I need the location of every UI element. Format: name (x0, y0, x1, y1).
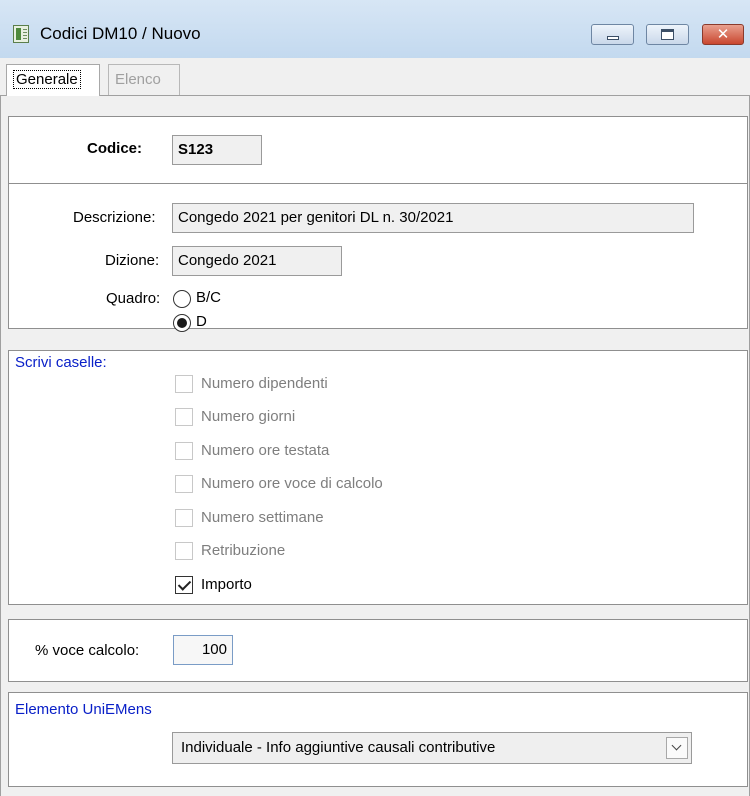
dati-panel: Descrizione: Congedo 2021 per genitori D… (8, 183, 748, 332)
checkbox-importo-label: Importo (201, 576, 252, 593)
minimize-button[interactable] (591, 24, 634, 45)
quadro-d-label: D (196, 313, 207, 330)
checkbox-numero-ore-voce[interactable] (175, 475, 193, 493)
title-bar: Codici DM10 / Nuovo ✕ (0, 0, 750, 58)
app-icon (13, 25, 29, 43)
scrivi-caselle-group: Scrivi caselle: Numero dipendenti Numero… (8, 350, 748, 605)
dizione-field[interactable]: Congedo 2021 (172, 246, 342, 276)
voce-calcolo-field[interactable]: 100 (173, 635, 233, 665)
checkbox-numero-dipendenti[interactable] (175, 375, 193, 393)
checkbox-numero-ore-voce-label: Numero ore voce di calcolo (201, 475, 383, 492)
codice-field[interactable]: S123 (172, 135, 262, 165)
tab-strip: Generale Elenco (0, 58, 750, 97)
quadro-label: Quadro: (106, 290, 161, 307)
tab-generale[interactable]: Generale (6, 64, 100, 97)
maximize-icon (661, 29, 674, 40)
descrizione-field[interactable]: Congedo 2021 per genitori DL n. 30/2021 (172, 203, 694, 233)
minimize-icon (607, 36, 619, 40)
checkbox-importo[interactable] (175, 576, 193, 594)
chevron-down-icon[interactable] (666, 737, 688, 759)
checkbox-numero-settimane[interactable] (175, 509, 193, 527)
checkbox-numero-ore-testata[interactable] (175, 442, 193, 460)
codice-panel: Codice: S123 (8, 116, 748, 191)
checkbox-numero-giorni[interactable] (175, 408, 193, 426)
quadro-d-radio[interactable] (173, 314, 191, 332)
tab-elenco[interactable]: Elenco (108, 64, 180, 95)
tab-generale-label: Generale (13, 70, 81, 89)
scrivi-caselle-title: Scrivi caselle: (15, 354, 107, 371)
close-icon: ✕ (716, 26, 730, 43)
checkbox-numero-settimane-label: Numero settimane (201, 509, 324, 526)
codice-label: Codice: (87, 140, 143, 157)
voce-calcolo-panel: % voce calcolo: 100 (8, 619, 748, 682)
checkbox-numero-giorni-label: Numero giorni (201, 408, 296, 425)
checkbox-retribuzione[interactable] (175, 542, 193, 560)
uniemens-title: Elemento UniEMens (15, 701, 152, 718)
checkbox-numero-dipendenti-label: Numero dipendenti (201, 375, 328, 392)
uniemens-selected-value: Individuale - Info aggiuntive causali co… (181, 739, 496, 756)
quadro-bc-label: B/C (196, 289, 222, 306)
descrizione-label: Descrizione: (73, 209, 156, 226)
checkbox-retribuzione-label: Retribuzione (201, 542, 286, 559)
uniemens-select[interactable]: Individuale - Info aggiuntive causali co… (172, 732, 692, 764)
voce-calcolo-label: % voce calcolo: (35, 642, 140, 659)
uniemens-group: Elemento UniEMens Individuale - Info agg… (8, 692, 748, 787)
close-button[interactable]: ✕ (702, 24, 744, 45)
maximize-button[interactable] (646, 24, 689, 45)
form-body: Codice: S123 Descrizione: Congedo 2021 p… (0, 96, 750, 796)
window-title: Codici DM10 / Nuovo (40, 24, 201, 43)
dizione-label: Dizione: (105, 252, 160, 269)
quadro-bc-radio[interactable] (173, 290, 191, 308)
checkbox-numero-ore-testata-label: Numero ore testata (201, 442, 330, 459)
